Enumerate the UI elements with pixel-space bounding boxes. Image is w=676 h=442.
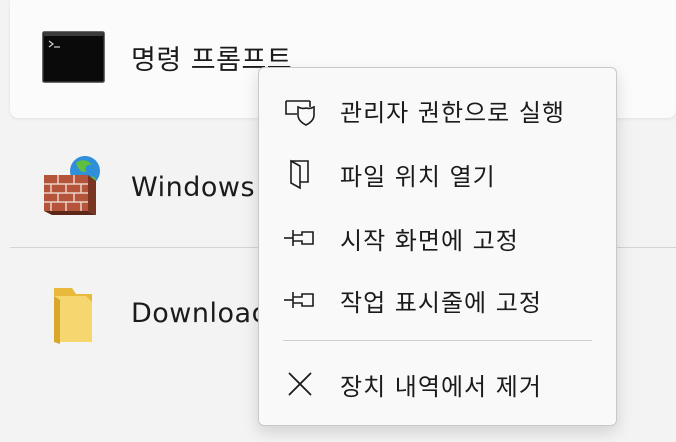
menu-item-label: 관리자 권한으로 실행 (340, 98, 565, 127)
menu-item-pin-to-start[interactable]: 시작 화면에 고정 (259, 212, 616, 264)
result-label: Download (131, 298, 270, 329)
menu-item-open-file-location[interactable]: 파일 위치 열기 (259, 148, 616, 200)
menu-item-label: 작업 표시줄에 고정 (340, 288, 542, 317)
close-icon (283, 367, 317, 401)
menu-item-label: 파일 위치 열기 (340, 162, 496, 191)
menu-item-pin-to-taskbar[interactable]: 작업 표시줄에 고정 (259, 274, 616, 326)
menu-item-remove-from-history[interactable]: 장치 내역에서 제거 (259, 358, 616, 410)
pin-icon (283, 283, 317, 317)
context-menu: 관리자 권한으로 실행 파일 위치 열기 시작 화면에 고정 작업 표시줄에 고… (258, 67, 617, 426)
menu-separator (283, 340, 592, 341)
menu-item-run-as-admin[interactable]: 관리자 권한으로 실행 (259, 84, 616, 136)
windows-firewall-icon (40, 153, 106, 219)
command-prompt-icon (42, 31, 105, 83)
menu-item-label: 장치 내역에서 제거 (340, 372, 542, 401)
menu-item-label: 시작 화면에 고정 (340, 226, 519, 255)
open-folder-icon (283, 157, 317, 191)
shield-icon (283, 93, 317, 127)
result-label: Windows (131, 172, 256, 203)
folder-icon (50, 286, 96, 344)
pin-icon (283, 221, 317, 255)
